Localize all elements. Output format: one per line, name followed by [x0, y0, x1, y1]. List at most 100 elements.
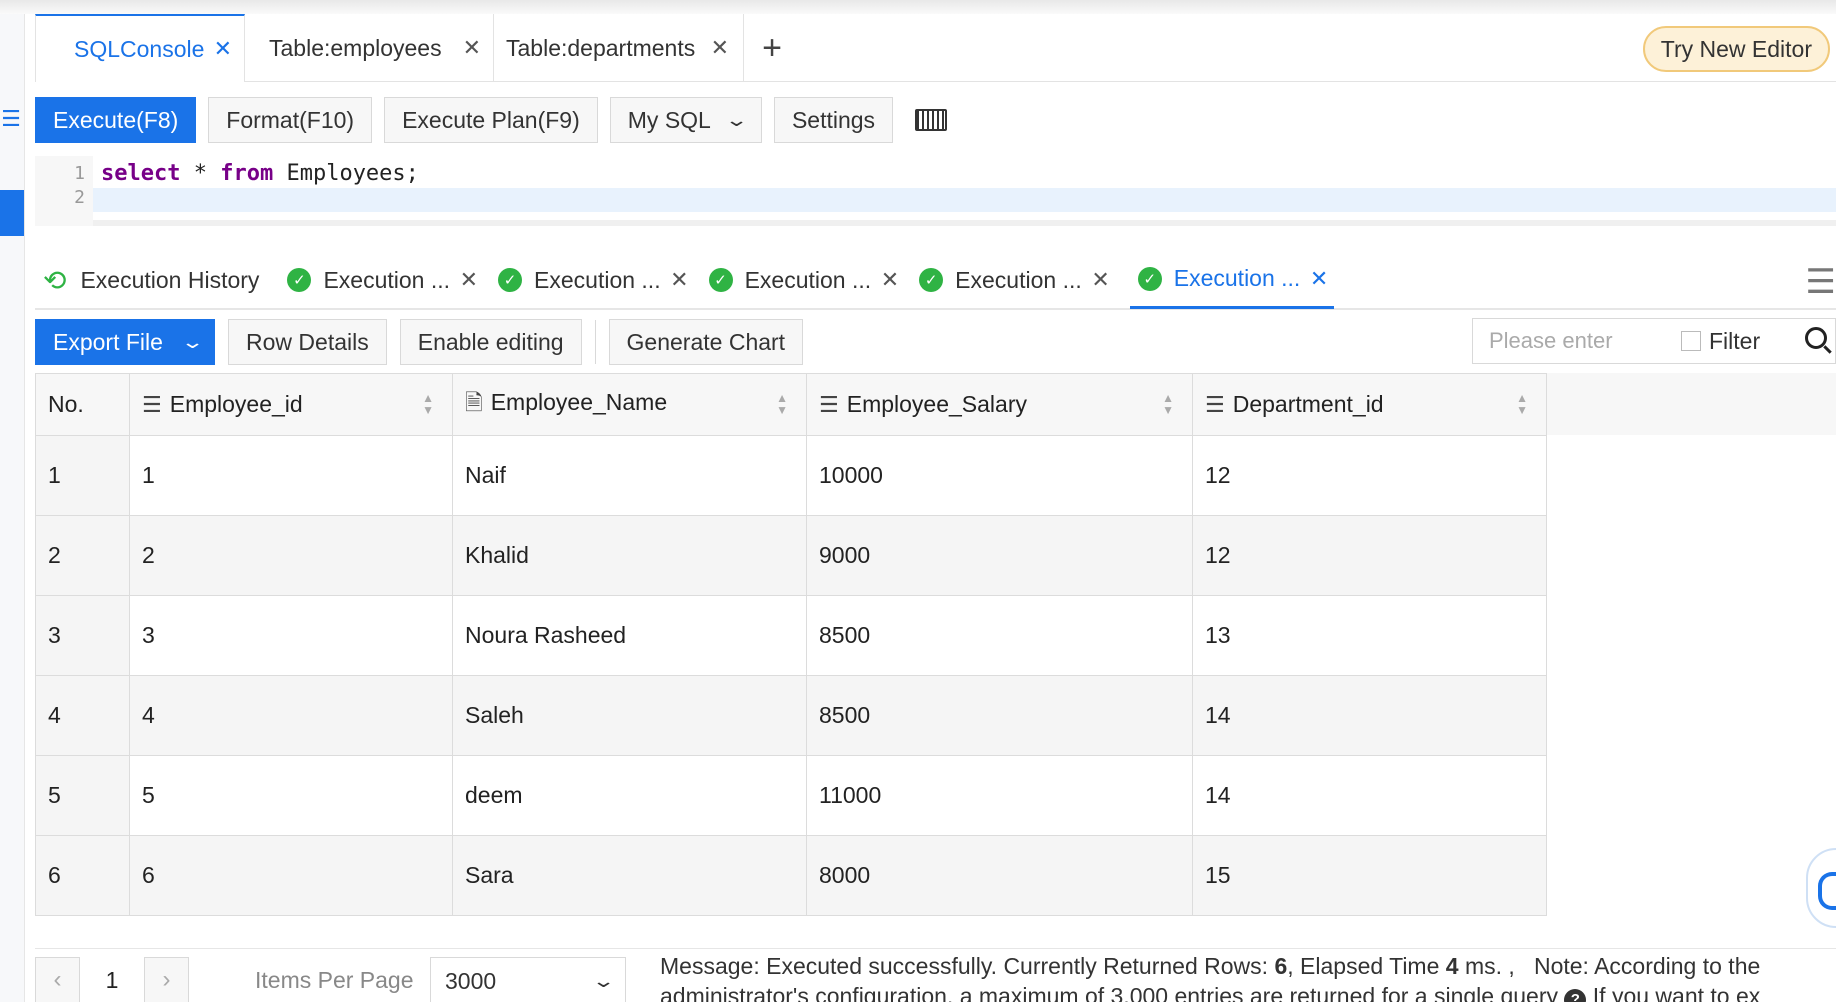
search-icon[interactable] — [1805, 327, 1827, 349]
table-cell[interactable]: 9000 — [806, 515, 1193, 596]
table-row[interactable]: 1 1 Naif 10000 12 — [35, 435, 1547, 516]
sort-icon[interactable]: ▲ ▼ — [776, 392, 788, 416]
table-cell[interactable]: 2 — [129, 515, 453, 596]
menu-icon[interactable]: ☰ — [0, 104, 22, 134]
table-row[interactable]: 3 3 Noura Rasheed 8500 13 — [35, 595, 1547, 676]
table-cell[interactable]: 14 — [1192, 755, 1547, 836]
close-icon[interactable]: ✕ — [1310, 266, 1328, 292]
add-tab-button[interactable]: + — [744, 14, 800, 82]
table-header-row: No. ☰ Employee_id ▲ ▼ 🗎 Employee_Name ▲ ▼ ☰ E… — [35, 373, 1547, 436]
table-cell[interactable]: Khalid — [452, 515, 807, 596]
table-cell[interactable]: 11000 — [806, 755, 1193, 836]
chevron-down-icon: ⌄ — [724, 109, 749, 130]
tab-sqlconsole[interactable]: SQLConsole ✕ — [35, 14, 245, 82]
current-page[interactable]: 1 — [80, 967, 144, 994]
table-cell[interactable]: 2 — [35, 515, 130, 596]
table-cell[interactable]: 1 — [35, 435, 130, 516]
next-page-button[interactable]: › — [144, 957, 189, 1002]
table-cell[interactable]: 6 — [129, 835, 453, 916]
close-icon[interactable]: ✕ — [214, 36, 232, 62]
enable-editing-button[interactable]: Enable editing — [399, 319, 582, 365]
table-cell[interactable]: 12 — [1192, 515, 1547, 596]
more-menu-icon[interactable]: ☰ — [1806, 262, 1836, 302]
table-cell[interactable]: 4 — [35, 675, 130, 756]
chevron-left-icon: ‹ — [53, 966, 62, 993]
chevron-right-icon: › — [162, 966, 171, 993]
close-icon[interactable]: ✕ — [1091, 267, 1109, 293]
items-per-page-select[interactable]: 3000 ⌄ — [430, 957, 626, 1002]
table-cell[interactable]: 5 — [129, 755, 453, 836]
close-icon[interactable]: ✕ — [463, 35, 481, 61]
tab-execution-result[interactable]: ✓ Execution ... ✕ — [708, 251, 906, 309]
sidebar-active-item[interactable] — [0, 190, 24, 236]
dialect-select[interactable]: My SQL ⌄ — [609, 97, 762, 143]
table-cell[interactable]: Sara — [452, 835, 807, 916]
table-row[interactable]: 5 5 deem 11000 14 — [35, 755, 1547, 836]
table-cell[interactable]: Naif — [452, 435, 807, 516]
table-cell[interactable]: 3 — [35, 595, 130, 676]
table-cell[interactable]: 12 — [1192, 435, 1547, 516]
sql-editor[interactable]: 1 2 select * from Employees; — [35, 156, 1836, 226]
left-sidebar — [0, 14, 25, 1002]
line-gutter: 1 2 — [35, 156, 93, 226]
table-row[interactable]: 4 4 Saleh 8500 14 — [35, 675, 1547, 756]
table-cell[interactable]: 15 — [1192, 835, 1547, 916]
tab-execution-history[interactable]: ⟲ Execution History — [35, 251, 273, 309]
export-file-button[interactable]: Export File ⌄ — [35, 319, 216, 365]
column-header-department-id[interactable]: ☰ Department_id ▲ ▼ — [1192, 373, 1547, 436]
tab-execution-result[interactable]: ✓ Execution ... ✕ — [287, 251, 484, 309]
close-icon[interactable]: ✕ — [711, 35, 729, 61]
keyword-select: select — [101, 161, 181, 186]
column-label: Department_id — [1232, 391, 1384, 417]
column-header-employee-salary[interactable]: ☰ Employee_Salary ▲ ▼ — [806, 373, 1193, 436]
settings-button[interactable]: Settings — [773, 97, 894, 143]
table-cell[interactable]: 13 — [1192, 595, 1547, 676]
column-header-employee-name[interactable]: 🗎 Employee_Name ▲ ▼ — [452, 373, 807, 436]
table-row[interactable]: 2 2 Khalid 9000 12 — [35, 515, 1547, 596]
sort-icon[interactable]: ▲ ▼ — [1516, 392, 1528, 416]
tab-execution-result-active[interactable]: ✓ Execution ... ✕ — [1129, 251, 1335, 309]
table-cell[interactable]: 8500 — [806, 595, 1193, 676]
table-cell[interactable]: 3 — [129, 595, 453, 676]
table-cell[interactable]: 8000 — [806, 835, 1193, 916]
execute-plan-button[interactable]: Execute Plan(F9) — [384, 97, 598, 143]
sort-icon[interactable]: ▲ ▼ — [1162, 392, 1174, 416]
tab-label: Execution ... — [744, 266, 872, 293]
help-icon[interactable]: ? — [1564, 989, 1587, 1002]
table-cell[interactable]: 8500 — [806, 675, 1193, 756]
column-label: Employee_Name — [490, 388, 668, 415]
tab-table-departments[interactable]: Table:departments ✕ — [494, 14, 744, 82]
filter-checkbox[interactable] — [1681, 331, 1701, 351]
close-icon[interactable]: ✕ — [670, 267, 688, 293]
column-header-employee-id[interactable]: ☰ Employee_id ▲ ▼ — [129, 373, 453, 436]
row-details-button[interactable]: Row Details — [228, 319, 387, 365]
close-icon[interactable]: ✕ — [881, 267, 899, 293]
column-header-no[interactable]: No. — [35, 373, 130, 436]
execute-button[interactable]: Execute(F8) — [35, 97, 197, 143]
tab-table-employees[interactable]: Table:employees ✕ — [245, 14, 494, 82]
result-search: Filter — [1472, 318, 1836, 364]
code-line[interactable]: select * from Employees; — [101, 162, 419, 186]
table-cell[interactable]: Saleh — [452, 675, 807, 756]
table-cell[interactable]: 14 — [1192, 675, 1547, 756]
table-cell[interactable]: Noura Rasheed — [452, 595, 807, 676]
table-cell[interactable]: 5 — [35, 755, 130, 836]
generate-chart-button[interactable]: Generate Chart — [608, 319, 804, 365]
success-icon: ✓ — [1137, 266, 1162, 291]
tab-execution-result[interactable]: ✓ Execution ... ✕ — [919, 251, 1116, 309]
help-widget[interactable] — [1806, 848, 1836, 928]
table-cell[interactable]: 1 — [129, 435, 453, 516]
format-button[interactable]: Format(F10) — [208, 97, 373, 143]
table-row[interactable]: 6 6 Sara 8000 15 — [35, 835, 1547, 916]
prev-page-button[interactable]: ‹ — [35, 957, 80, 1002]
search-input[interactable] — [1473, 321, 1673, 361]
table-cell[interactable]: deem — [452, 755, 807, 836]
sort-icon[interactable]: ▲ ▼ — [422, 392, 434, 416]
table-cell[interactable]: 10000 — [806, 435, 1193, 516]
tab-execution-result[interactable]: ✓ Execution ... ✕ — [498, 251, 695, 309]
close-icon[interactable]: ✕ — [460, 267, 478, 293]
table-cell[interactable]: 6 — [35, 835, 130, 916]
try-new-editor-button[interactable]: Try New Editor — [1642, 26, 1830, 72]
table-cell[interactable]: 4 — [129, 675, 453, 756]
keyboard-icon[interactable] — [915, 109, 948, 131]
